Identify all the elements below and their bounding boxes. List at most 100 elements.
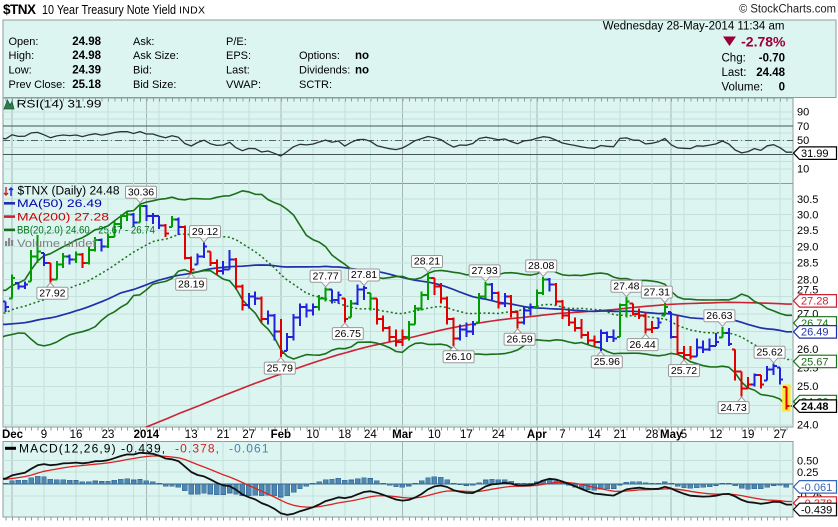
svg-text:INDX: INDX [179,5,205,17]
svg-text:Dec: Dec [2,429,24,441]
svg-text:MA(200) 27.28: MA(200) 27.28 [17,211,109,223]
svg-text:18: 18 [338,429,351,441]
svg-text:High:: High: [9,50,35,62]
svg-text:$TNX (Daily) 24.48: $TNX (Daily) 24.48 [18,186,120,198]
svg-text:27: 27 [242,429,255,441]
svg-text:90: 90 [797,107,809,119]
svg-text:Open:: Open: [9,36,39,48]
svg-text:26.59: 26.59 [506,334,532,346]
svg-text:19: 19 [742,429,755,441]
svg-text:Prev Close:: Prev Close: [9,79,66,91]
svg-text:30.5: 30.5 [797,194,818,206]
svg-text:EPS:: EPS: [226,50,251,62]
svg-text:25.96: 25.96 [594,356,620,368]
svg-text:Chg:: Chg: [722,53,746,65]
svg-text:Apr: Apr [527,429,547,441]
svg-text:0.50: 0.50 [797,455,818,467]
svg-text:16: 16 [70,429,83,441]
svg-text:25.67: 25.67 [801,356,829,368]
svg-text:27.31: 27.31 [644,286,670,298]
svg-text:50: 50 [797,135,809,147]
svg-text:Last:: Last: [226,65,250,77]
svg-text:BB(20,2.0) 24.60 - 25.67 - 26.: BB(20,2.0) 24.60 - 25.67 - 26.74 [17,225,155,237]
svg-text:12: 12 [710,429,723,441]
svg-text:28.08: 28.08 [528,260,554,272]
svg-text:no: no [355,65,369,77]
svg-text:25.0: 25.0 [797,381,818,393]
svg-text:28.5: 28.5 [797,258,818,270]
svg-text:70: 70 [797,121,809,133]
svg-text:25.18: 25.18 [72,79,101,91]
svg-text:23: 23 [102,429,115,441]
svg-text:SCTR:: SCTR: [299,79,332,91]
svg-text:26.75: 26.75 [335,328,361,340]
svg-text:Volume undef: Volume undef [17,238,97,250]
svg-text:26.10: 26.10 [445,351,471,363]
svg-text:28.19: 28.19 [178,278,204,290]
svg-text:27: 27 [774,429,787,441]
svg-text:Volume:: Volume: [722,82,764,94]
svg-text:10: 10 [797,164,809,176]
svg-text:Bid Size:: Bid Size: [133,79,176,91]
svg-text:no: no [355,50,369,62]
svg-text:27.48: 27.48 [613,280,639,292]
svg-text:30.36: 30.36 [128,187,154,199]
svg-text:Feb: Feb [271,429,291,441]
svg-text:31.99: 31.99 [801,148,829,160]
svg-text:27.92: 27.92 [39,288,65,300]
svg-text:26.49: 26.49 [801,327,829,339]
svg-text:17: 17 [460,429,473,441]
svg-text:May: May [660,429,683,441]
svg-text:Bid:: Bid: [133,65,152,77]
svg-text:27.77: 27.77 [312,271,338,283]
svg-text:24.48: 24.48 [756,67,785,79]
svg-text:Last:: Last: [722,67,747,79]
svg-text:26.63: 26.63 [706,310,732,322]
svg-text:29.5: 29.5 [797,225,818,237]
svg-text:2014: 2014 [134,429,160,441]
svg-text:Dividends:: Dividends: [299,65,350,77]
svg-text:29.0: 29.0 [797,241,818,253]
svg-text:25.72: 25.72 [671,365,697,377]
svg-text:24: 24 [364,429,377,441]
svg-text:28: 28 [646,429,659,441]
svg-text:5: 5 [681,429,687,441]
svg-text:Ask Size:: Ask Size: [133,50,179,62]
svg-text:10: 10 [306,429,319,441]
svg-text:0.25: 0.25 [797,467,818,479]
svg-text:27.81: 27.81 [351,269,377,281]
svg-text:RSI(14) 31.99: RSI(14) 31.99 [17,99,102,111]
svg-text:0: 0 [779,82,785,94]
svg-text:-0.70: -0.70 [759,53,785,65]
svg-text:14: 14 [588,429,601,441]
svg-text:$TNX: $TNX [3,2,36,17]
svg-text:-0.439: -0.439 [801,504,832,516]
svg-text:13: 13 [185,429,198,441]
svg-text:27.93: 27.93 [471,265,497,277]
svg-text:24.0: 24.0 [797,420,818,432]
svg-text:25.79: 25.79 [267,362,293,374]
svg-text:© StockCharts.com: © StockCharts.com [739,4,836,16]
svg-text:P/E:: P/E: [226,36,247,48]
svg-text:-2.78%: -2.78% [741,34,786,50]
svg-text:24.98: 24.98 [72,36,101,48]
svg-text:Mar: Mar [392,429,413,441]
svg-text:Wednesday 28-May-2014 11:34: Wednesday 28-May-2014 11:34 am [603,21,785,33]
svg-text:26.44: 26.44 [629,339,655,351]
svg-text:MA(50) 26.49: MA(50) 26.49 [17,198,102,210]
svg-text:9: 9 [41,429,47,441]
svg-text:21: 21 [614,429,627,441]
svg-text:29.12: 29.12 [192,226,218,238]
svg-text:24: 24 [492,429,505,441]
svg-text:Low:: Low: [9,65,32,77]
svg-text:24.73: 24.73 [720,402,746,414]
svg-text:24.98: 24.98 [72,50,101,62]
svg-text:-0.061: -0.061 [801,482,832,494]
svg-text:28.21: 28.21 [414,256,440,268]
svg-text:24.48: 24.48 [801,401,829,413]
svg-text:24.39: 24.39 [72,65,101,77]
svg-text:25.62: 25.62 [756,347,782,359]
svg-text:MACD(12,26,9) -0.439, -0.378,: MACD(12,26,9) -0.439, -0.378, -0.061 [19,442,270,456]
svg-text:VWAP:: VWAP: [226,79,261,91]
svg-text:27.28: 27.28 [801,296,829,308]
